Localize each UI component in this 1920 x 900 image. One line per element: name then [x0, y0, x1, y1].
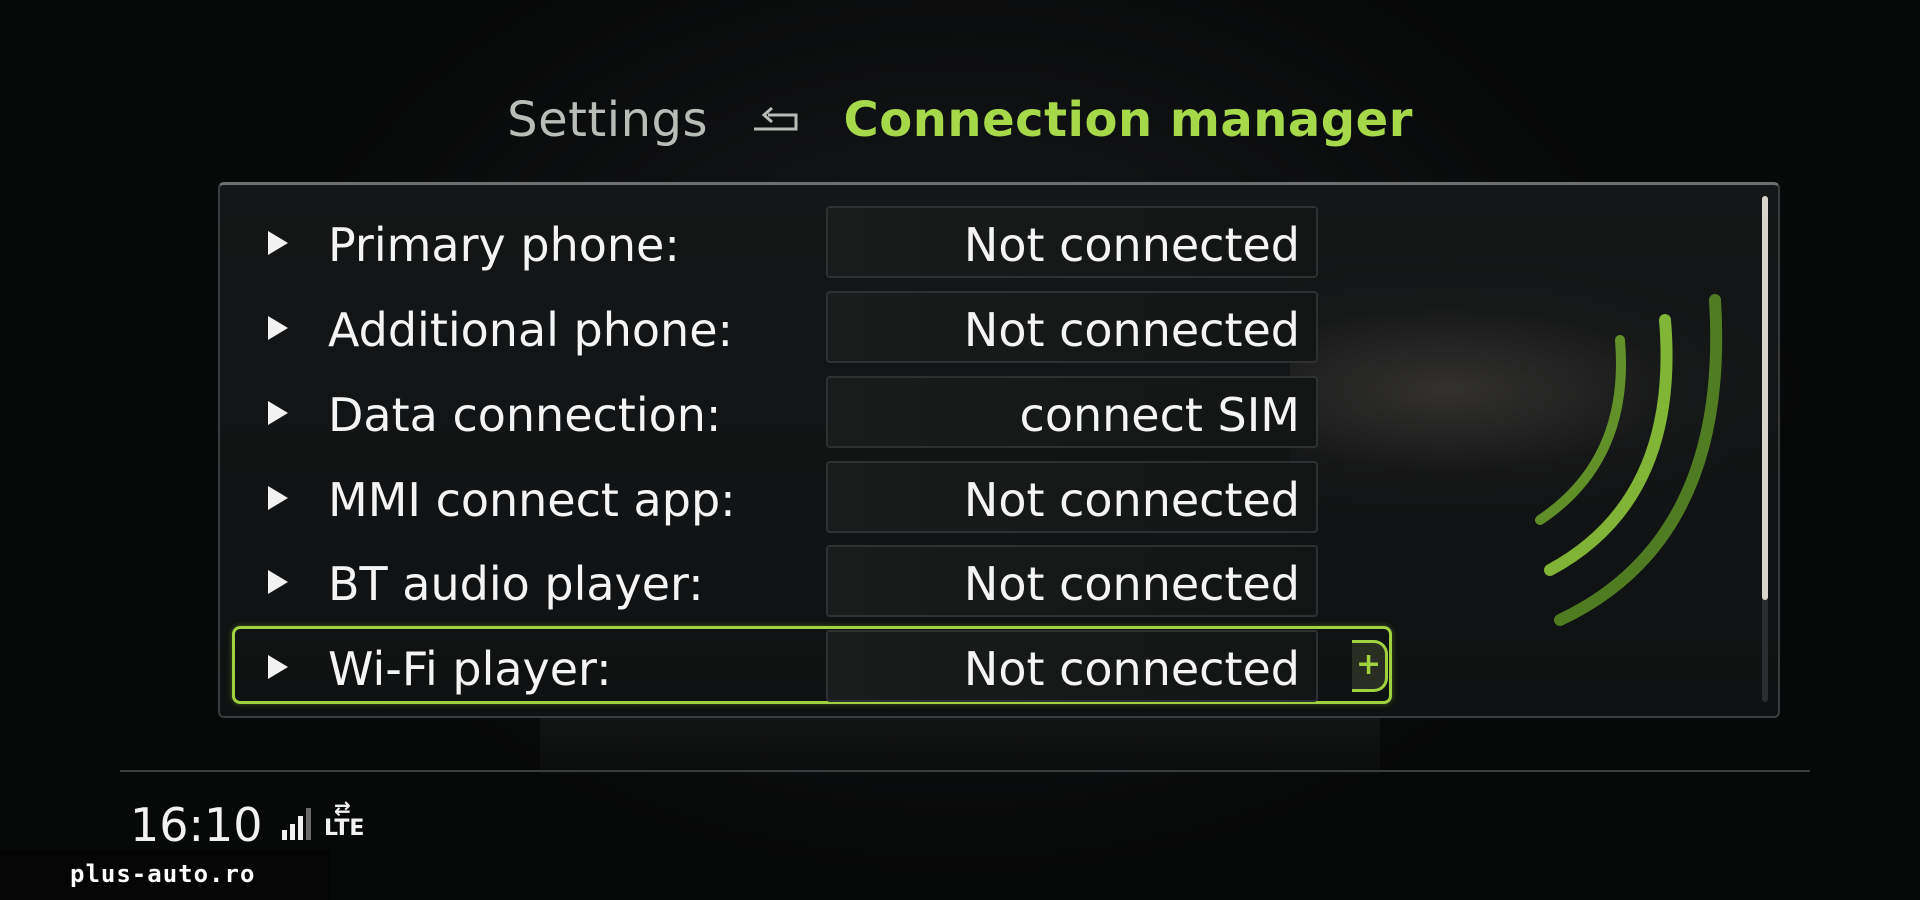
item-label: MMI connect app: — [328, 473, 736, 527]
connection-waves-graphic — [1535, 294, 1723, 626]
plus-icon: + — [1356, 647, 1382, 682]
breadcrumb-parent[interactable]: Settings — [507, 92, 708, 148]
item-value-box: Not connected — [826, 461, 1318, 533]
status-clock: 16:10 — [130, 798, 263, 852]
list-item-primary-phone[interactable]: Primary phone: Not connected — [234, 206, 1384, 282]
expand-arrow-icon — [268, 655, 288, 679]
add-option-tab[interactable]: + — [1352, 640, 1388, 692]
list-item-data-connection[interactable]: Data connection: connect SIM — [234, 376, 1384, 452]
list-item-additional-phone[interactable]: Additional phone: Not connected — [234, 291, 1384, 367]
item-value: Not connected — [963, 218, 1300, 272]
item-value: Not connected — [963, 473, 1300, 527]
status-divider — [120, 770, 1810, 772]
scrollbar-thumb[interactable] — [1762, 196, 1768, 600]
item-value-box: Not connected — [826, 206, 1318, 278]
expand-arrow-icon — [268, 570, 288, 594]
network-type: LTE — [324, 816, 365, 841]
page-title: Connection manager — [843, 92, 1413, 148]
list-item-bt-audio-player[interactable]: BT audio player: Not connected — [234, 545, 1384, 621]
breadcrumb: Settings Connection manager — [0, 92, 1920, 148]
item-value: connect SIM — [1019, 388, 1300, 442]
item-value-box: connect SIM — [826, 376, 1318, 448]
item-value: Not connected — [963, 303, 1300, 357]
list-item-wifi-player[interactable]: Wi-Fi player: Not connected + — [232, 626, 1392, 706]
item-value-box: Not connected — [826, 630, 1318, 702]
item-label: Additional phone: — [328, 303, 733, 357]
item-value-box: Not connected — [826, 291, 1318, 363]
expand-arrow-icon — [268, 231, 288, 255]
cellular-signal-icon — [282, 808, 311, 840]
expand-arrow-icon — [268, 401, 288, 425]
watermark-text: plus-auto.ro — [70, 860, 256, 888]
item-label: Wi-Fi player: — [328, 642, 612, 696]
item-label: Data connection: — [328, 388, 722, 442]
return-arrow-icon[interactable] — [746, 103, 806, 143]
expand-arrow-icon — [268, 486, 288, 510]
floor-decoration — [540, 718, 1380, 774]
network-indicator: ⇄ LTE — [324, 798, 364, 840]
mmi-screen: Settings Connection manager Primary phon… — [0, 0, 1920, 900]
expand-arrow-icon — [268, 316, 288, 340]
data-transfer-icon: ⇄ — [334, 796, 351, 820]
item-value: Not connected — [963, 557, 1300, 611]
item-value: Not connected — [963, 642, 1300, 696]
list-item-mmi-connect-app[interactable]: MMI connect app: Not connected — [234, 461, 1384, 537]
item-label: Primary phone: — [328, 218, 680, 272]
item-value-box: Not connected — [826, 545, 1318, 617]
item-label: BT audio player: — [328, 557, 704, 611]
